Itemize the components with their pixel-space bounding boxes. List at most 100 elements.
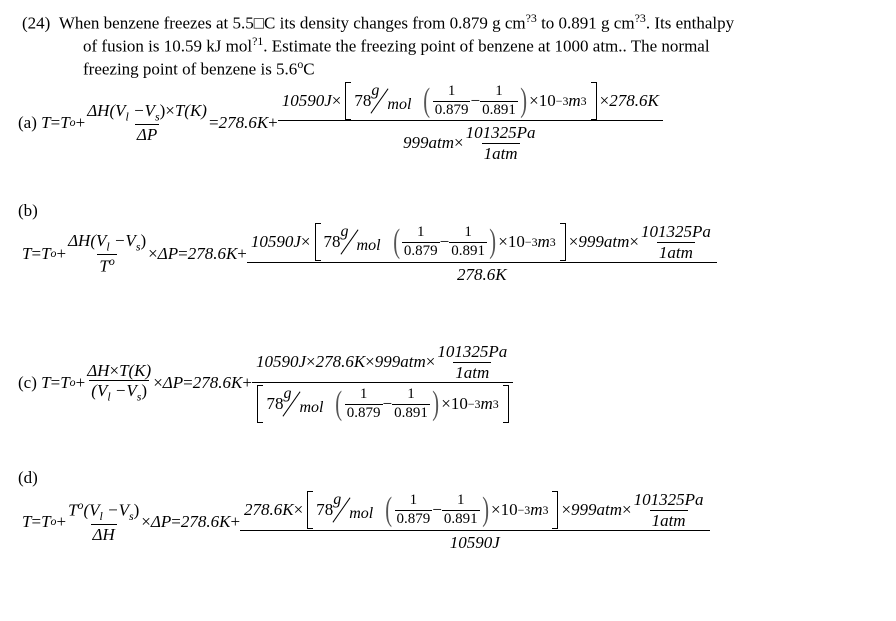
unit: m (537, 232, 550, 252)
var: (V (83, 500, 100, 520)
exponent: ?3 (525, 11, 537, 25)
var: T (41, 243, 51, 263)
var: T (41, 511, 51, 531)
math-term: 1 (447, 83, 456, 100)
option-b-label: (b) (18, 201, 38, 220)
value: 278.6K (180, 511, 231, 531)
option-d-equation: T = To + To(Vl −Vs) ΔH × ΔP = 278.6K + 27… (22, 490, 710, 553)
sup: −3 (555, 93, 569, 108)
var: ΔH (87, 100, 110, 120)
numeric-fraction: 10590J × 278.6K × 999atm × 101325Pa 1atm 78 gm… (251, 342, 514, 424)
math-term: 1atm (453, 361, 492, 382)
op: × (490, 500, 501, 520)
inv-density-s: 1 0.891 (449, 224, 487, 260)
math-term: 101325Pa (640, 222, 711, 241)
op: + (56, 243, 67, 263)
unit: m (480, 394, 493, 414)
formula-fraction: ΔH(Vl −Vs) To (66, 231, 148, 276)
op: = (171, 511, 181, 531)
op: × (305, 352, 316, 372)
var: T (68, 500, 78, 520)
formula-fraction: To(Vl −Vs) ΔH (66, 498, 141, 544)
value: 78 (354, 91, 372, 110)
inv-density-l: 1 0.879 (432, 83, 471, 119)
math-term: 101325Pa (465, 123, 536, 142)
math-term: mol (299, 399, 324, 417)
math-term: 1 (495, 83, 503, 100)
op: × (148, 243, 158, 263)
op: + (56, 511, 67, 531)
question-text-2b: . Estimate the freezing point of benzene… (263, 36, 710, 56)
op: × (153, 372, 163, 392)
option-c-label: (c) (18, 372, 37, 392)
var: ΔH (92, 524, 115, 544)
unit: m (568, 91, 581, 110)
option-a-equation: (a) T = To + ΔH(Vl −Vs)×T(K) ΔP = 278.6K… (18, 82, 663, 163)
value: 10590J (281, 91, 332, 110)
var: T (99, 256, 109, 276)
paren: ( (392, 223, 400, 261)
op: ) (140, 230, 147, 250)
op: − (439, 232, 450, 252)
op: × (622, 500, 632, 520)
math-term: 0.891 (392, 403, 430, 421)
op: + (242, 372, 252, 392)
sup: 3 (542, 502, 549, 517)
question-text-3b: C (303, 59, 315, 79)
op: = (178, 243, 188, 263)
value: 10590J (255, 352, 306, 372)
sup: −3 (524, 234, 538, 249)
math-term: 1 (457, 492, 465, 509)
math-term: g (283, 385, 292, 403)
inv-density-s: 1 0.891 (392, 386, 430, 422)
value: 999atm (578, 232, 630, 252)
value: 10 (507, 232, 525, 252)
value: 999atm (374, 352, 426, 372)
op: = (208, 112, 219, 132)
op: − (382, 394, 393, 414)
op: = (31, 511, 42, 531)
var: −V (128, 100, 155, 120)
math-term: 1 (464, 224, 472, 241)
g-per-mol-unit: g mol (370, 82, 421, 116)
g-per-mol-unit: g mol (332, 491, 383, 525)
op: = (31, 243, 42, 263)
right-bracket (590, 82, 597, 120)
op: × (441, 394, 451, 414)
question-text-1a: When benzene freezes at 5.5□C its densit… (58, 13, 526, 33)
paren: ( (335, 385, 343, 423)
var: (V (109, 100, 126, 120)
op: × (331, 91, 342, 110)
math-term: 0.891 (449, 241, 487, 259)
var: T (41, 112, 51, 132)
value: 10 (450, 394, 468, 414)
value: 999atm (403, 133, 455, 153)
left-bracket (345, 82, 352, 120)
exponent: ?1 (252, 34, 264, 48)
var: −V (102, 500, 129, 520)
math-term: 1atm (656, 241, 695, 262)
sup: o (108, 253, 115, 268)
var: ΔP (157, 243, 179, 263)
option-d-label: (d) (18, 468, 38, 487)
paren: ) (481, 491, 489, 529)
op: × (293, 500, 304, 520)
var: −V (109, 230, 136, 250)
value: 78 (323, 232, 341, 252)
question-line-1: (24) When benzene freezes at 5.5□C its d… (22, 8, 734, 34)
pa-per-atm: 101325Pa 1atm (639, 222, 713, 262)
math-term: mol (356, 237, 381, 255)
option-b-equation: T = To + ΔH(Vl −Vs) To × ΔP = 278.6K + 10… (22, 222, 717, 285)
op: × (454, 133, 464, 153)
value: 10590J (250, 232, 301, 252)
paren: ) (489, 223, 496, 261)
op: ) (141, 381, 148, 401)
op: × (568, 232, 579, 252)
var: ΔP (150, 511, 172, 531)
sup: 3 (492, 396, 499, 411)
var: (V (91, 381, 108, 401)
op: × (365, 352, 375, 372)
question-number: (24) (22, 13, 51, 33)
op: + (230, 511, 241, 531)
math-term: 1 (407, 386, 415, 403)
